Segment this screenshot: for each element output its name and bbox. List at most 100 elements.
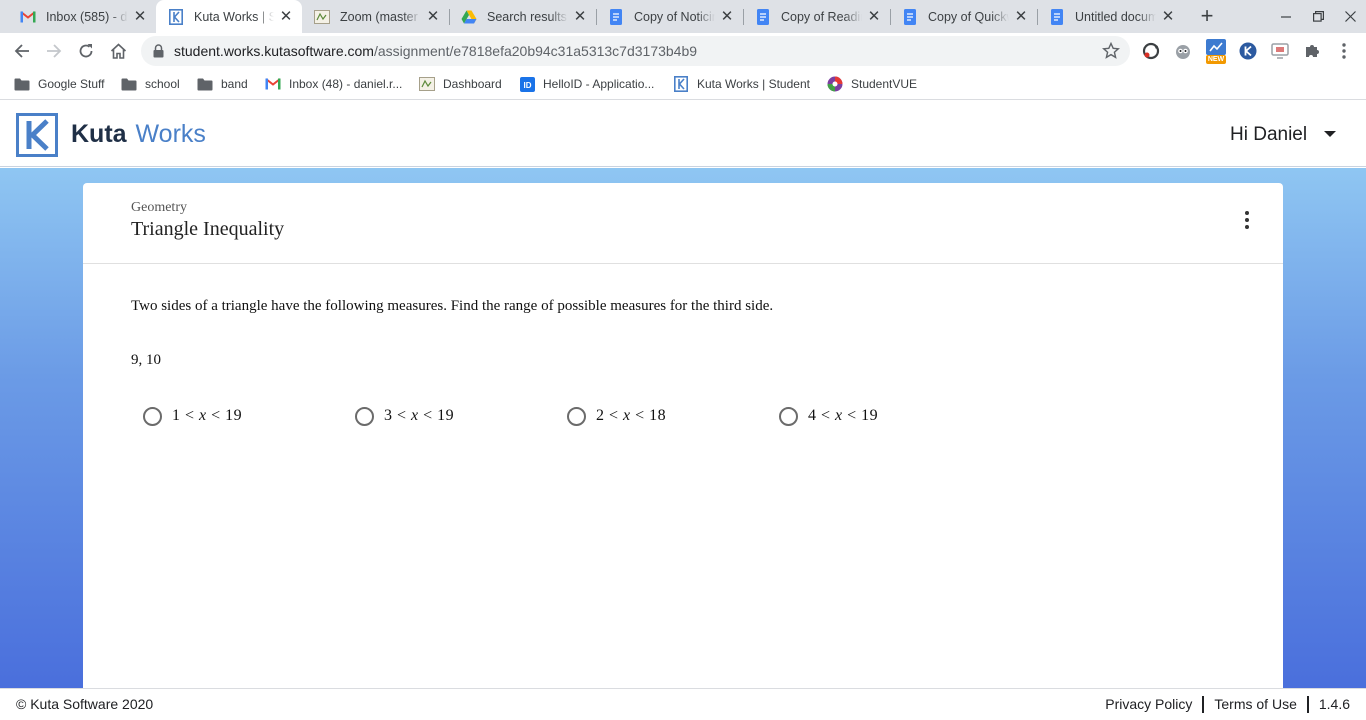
given-measures: 9, 10 bbox=[131, 352, 161, 368]
tab-title: Kuta Works | Student bbox=[194, 9, 274, 24]
lock-icon bbox=[153, 44, 164, 63]
bookmark-google-stuff[interactable]: Google Stuff bbox=[14, 74, 105, 94]
tab-copy-reading[interactable]: Copy of Reading ✕ bbox=[743, 0, 890, 33]
tab-zoom[interactable]: Zoom (master schedule) ✕ bbox=[302, 0, 449, 33]
choice-label: 1 < x < 19 bbox=[172, 407, 243, 424]
answer-choice-a[interactable]: 1 < x < 19 bbox=[143, 405, 242, 427]
close-tab-icon[interactable]: ✕ bbox=[1013, 8, 1029, 25]
site-footer: © Kuta Software 2020 Privacy Policy Term… bbox=[0, 688, 1366, 720]
gmail-icon bbox=[20, 9, 36, 25]
tab-kuta-works[interactable]: Kuta Works | Student ✕ bbox=[156, 0, 302, 33]
svg-text:ID: ID bbox=[523, 81, 531, 90]
assignment-card: Geometry Triangle Inequality Two sides o… bbox=[83, 183, 1283, 688]
radio-button[interactable] bbox=[143, 406, 162, 426]
choice-label: 2 < x < 18 bbox=[596, 407, 667, 424]
minimize-icon[interactable] bbox=[1270, 0, 1302, 33]
bookmark-label: Dashboard bbox=[443, 77, 502, 91]
tab-separator bbox=[596, 9, 597, 25]
dashboard-favicon-icon bbox=[419, 76, 435, 92]
helloid-icon: ID bbox=[519, 76, 535, 92]
assignment-header: Geometry Triangle Inequality bbox=[83, 183, 1283, 264]
bookmark-kuta-works[interactable]: Kuta Works | Student bbox=[673, 74, 810, 94]
restore-icon[interactable] bbox=[1302, 0, 1334, 33]
user-greeting[interactable]: Hi Daniel bbox=[1230, 102, 1307, 167]
tab-separator bbox=[890, 9, 891, 25]
extension-new-icon[interactable]: NEW bbox=[1204, 37, 1228, 65]
reload-icon[interactable] bbox=[74, 39, 98, 63]
close-tab-icon[interactable]: ✕ bbox=[572, 8, 588, 25]
studentvue-icon bbox=[827, 76, 843, 92]
close-tab-icon[interactable]: ✕ bbox=[1160, 8, 1176, 25]
assignment-subject: Geometry bbox=[131, 200, 187, 215]
bookmark-label: Inbox (48) - daniel.r... bbox=[289, 77, 403, 91]
bookmark-star-icon[interactable] bbox=[1102, 41, 1120, 65]
tab-title: Copy of Noticing bbox=[634, 9, 715, 24]
back-arrow-icon[interactable] bbox=[10, 39, 34, 63]
close-tab-icon[interactable]: ✕ bbox=[132, 8, 148, 25]
brand-works: Works bbox=[135, 120, 206, 148]
chevron-down-icon[interactable] bbox=[1324, 131, 1336, 137]
privacy-policy-link[interactable]: Privacy Policy bbox=[1105, 689, 1192, 720]
answer-choice-c[interactable]: 2 < x < 18 bbox=[567, 405, 666, 427]
folder-icon bbox=[121, 76, 137, 92]
bookmark-label: school bbox=[145, 77, 180, 91]
extension-owl-icon[interactable] bbox=[1172, 40, 1194, 62]
docs-icon bbox=[608, 8, 624, 25]
close-tab-icon[interactable]: ✕ bbox=[425, 8, 441, 25]
bookmark-studentvue[interactable]: StudentVUE bbox=[827, 74, 917, 94]
brand-kuta: Kuta bbox=[71, 120, 127, 148]
address-bar[interactable]: student.works.kutasoftware.com/assignmen… bbox=[141, 36, 1130, 66]
tab-title: Zoom (master schedule) bbox=[340, 9, 421, 24]
radio-button[interactable] bbox=[355, 406, 374, 426]
choice-label: 4 < x < 19 bbox=[808, 407, 879, 424]
tab-title: Copy of Quickwrite bbox=[928, 9, 1009, 24]
close-tab-icon[interactable]: ✕ bbox=[719, 8, 735, 25]
terms-of-use-link[interactable]: Terms of Use bbox=[1214, 689, 1296, 720]
url-path: /assignment/e7818efa20b94c31a5313c7d3173… bbox=[373, 43, 698, 59]
tab-copy-quickwrite[interactable]: Copy of Quickwrite ✕ bbox=[890, 0, 1037, 33]
tab-title: Inbox (585) - daniel bbox=[46, 9, 128, 24]
extension-screen-icon[interactable] bbox=[1269, 40, 1291, 62]
extension-k-icon[interactable] bbox=[1237, 40, 1259, 62]
tab-title: Copy of Reading bbox=[781, 9, 862, 24]
tab-untitled-document[interactable]: Untitled document ✕ bbox=[1037, 0, 1184, 33]
more-options-icon[interactable] bbox=[1238, 209, 1256, 231]
tab-copy-noticing[interactable]: Copy of Noticing ✕ bbox=[596, 0, 743, 33]
extension-refresh-icon[interactable] bbox=[1140, 40, 1162, 62]
close-tab-icon[interactable]: ✕ bbox=[278, 8, 294, 25]
kuta-icon bbox=[168, 8, 184, 25]
extensions-puzzle-icon[interactable] bbox=[1301, 40, 1323, 62]
footer-divider bbox=[1202, 696, 1205, 713]
brand-name[interactable]: Kuta Works bbox=[71, 102, 206, 167]
tab-inbox[interactable]: Inbox (585) - daniel ✕ bbox=[8, 0, 156, 33]
close-tab-icon[interactable]: ✕ bbox=[866, 8, 882, 25]
copyright-text: © Kuta Software 2020 bbox=[16, 696, 154, 712]
browser-toolbar: student.works.kutasoftware.com/assignmen… bbox=[0, 33, 1366, 69]
tab-separator bbox=[449, 9, 450, 25]
browser-menu-icon[interactable] bbox=[1333, 40, 1355, 62]
version-number: 1.4.6 bbox=[1318, 696, 1350, 712]
bookmark-school[interactable]: school bbox=[121, 74, 180, 94]
bookmark-inbox[interactable]: Inbox (48) - daniel.r... bbox=[265, 74, 402, 94]
tab-title: Search results - Google Drive bbox=[487, 9, 568, 24]
close-window-icon[interactable] bbox=[1334, 0, 1366, 33]
answer-choice-d[interactable]: 4 < x < 19 bbox=[779, 405, 878, 427]
new-tab-plus-icon[interactable]: + bbox=[1196, 5, 1218, 28]
bookmark-dashboard[interactable]: Dashboard bbox=[419, 74, 502, 94]
choice-label: 3 < x < 19 bbox=[384, 407, 455, 424]
footer-links: Privacy Policy Terms of Use 1.4.6 bbox=[1105, 689, 1350, 720]
radio-button[interactable] bbox=[567, 406, 586, 426]
kuta-logo[interactable] bbox=[16, 113, 58, 157]
assignment-title: Triangle Inequality bbox=[131, 218, 285, 240]
tab-drive-search[interactable]: Search results - Google Drive ✕ bbox=[449, 0, 596, 33]
bookmark-label: Google Stuff bbox=[38, 77, 105, 91]
answer-choice-b[interactable]: 3 < x < 19 bbox=[355, 405, 454, 427]
bookmark-label: StudentVUE bbox=[851, 77, 918, 91]
radio-button[interactable] bbox=[779, 406, 798, 426]
bookmark-label: HelloID - Applicatio... bbox=[543, 77, 655, 91]
bookmark-helloid[interactable]: ID HelloID - Applicatio... bbox=[519, 74, 654, 94]
home-icon[interactable] bbox=[106, 39, 130, 63]
google-drive-icon bbox=[461, 9, 477, 25]
forward-arrow-icon[interactable] bbox=[42, 39, 66, 63]
bookmark-band[interactable]: band bbox=[197, 74, 248, 94]
